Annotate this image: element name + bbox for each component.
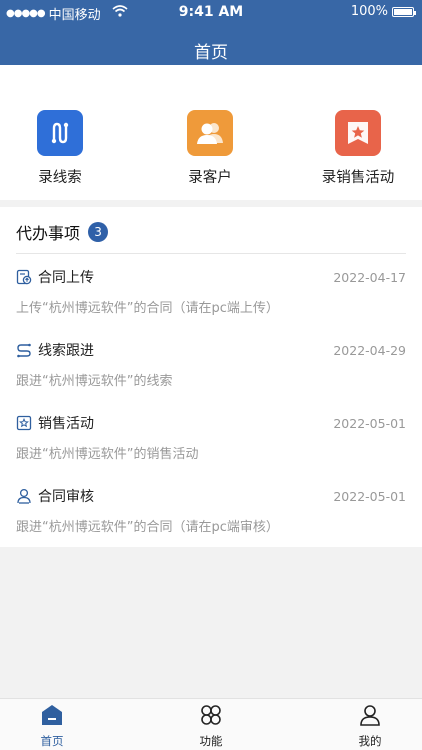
todo-item-contract-upload[interactable]: 合同上传 2022-04-17 上传“杭州博远软件”的合同（请在pc端上传）	[16, 267, 406, 327]
todo-item-sales-activity[interactable]: 销售活动 2022-05-01 跟进“杭州博远软件”的销售活动	[16, 413, 406, 473]
shortcut-label: 录销售活动	[321, 170, 395, 186]
status-bar: ●●●●● 中国移动 9:41 AM 100%	[0, 0, 422, 24]
todo-item-contract-review[interactable]: 合同审核 2022-05-01 跟进“杭州博远软件”的合同（请在pc端审核）	[16, 486, 406, 546]
todo-header: 代办事项 3	[16, 220, 109, 244]
todo-item-lead-followup[interactable]: 线索跟进 2022-04-29 跟进“杭州博远软件”的线索	[16, 340, 406, 400]
sales-activity-icon	[335, 110, 381, 156]
todo-item-desc: 上传“杭州博远软件”的合同（请在pc端上传）	[16, 301, 279, 316]
shortcut-label: 录客户	[188, 170, 232, 186]
todo-item-date: 2022-05-01	[333, 488, 406, 504]
todo-item-date: 2022-04-29	[333, 342, 406, 358]
todo-item-desc: 跟进“杭州博远软件”的线索	[16, 374, 173, 389]
shortcut-add-lead[interactable]: 录线索	[0, 110, 130, 187]
tab-label: 功能	[199, 734, 223, 748]
lead-followup-icon	[17, 343, 31, 358]
app-header: ●●●●● 中国移动 9:41 AM 100% 首页	[0, 0, 422, 65]
tab-home[interactable]: 首页	[2, 703, 102, 749]
battery-group: 100%	[350, 4, 416, 19]
page-title: 首页	[194, 43, 228, 63]
contract-review-icon	[17, 488, 31, 504]
divider	[16, 253, 406, 254]
todo-item-date: 2022-05-01	[333, 415, 406, 431]
shortcut-panel: 录线索 录客户 录销售活动	[0, 65, 422, 200]
todo-item-desc: 跟进“杭州博远软件”的销售活动	[16, 447, 199, 462]
todo-item-name: 合同审核	[38, 489, 94, 505]
tab-bar: 首页 功能 我的	[0, 698, 422, 750]
sales-activity-icon	[16, 415, 32, 431]
shortcut-add-customer[interactable]: 录客户	[140, 110, 280, 187]
home-icon	[42, 705, 62, 725]
contract-upload-icon	[16, 269, 32, 285]
tab-functions[interactable]: 功能	[161, 703, 261, 749]
todo-item-desc: 跟进“杭州博远软件”的合同（请在pc端审核）	[16, 520, 279, 535]
battery-percent: 100%	[350, 4, 388, 19]
todo-item-name: 合同上传	[38, 270, 94, 286]
battery-icon	[392, 6, 416, 17]
todo-title: 代办事项	[16, 224, 81, 243]
shortcut-add-sales-activity[interactable]: 录销售活动	[288, 110, 422, 187]
todo-item-name: 线索跟进	[38, 343, 94, 359]
todo-item-date: 2022-04-17	[333, 269, 406, 285]
functions-icon	[201, 705, 221, 725]
shortcut-label: 录线索	[38, 170, 82, 186]
lead-icon	[37, 110, 83, 156]
tab-label: 我的	[358, 734, 382, 748]
todo-item-name: 销售活动	[38, 416, 94, 432]
profile-icon	[360, 705, 380, 726]
tab-profile[interactable]: 我的	[320, 703, 420, 749]
customer-icon	[187, 110, 233, 156]
todo-count-badge: 3	[88, 222, 109, 242]
tab-label: 首页	[40, 734, 64, 748]
todo-panel: 代办事项 3 合同上传 2022-04-17 上传“杭州博远软件”的合同（请在p…	[0, 207, 422, 547]
